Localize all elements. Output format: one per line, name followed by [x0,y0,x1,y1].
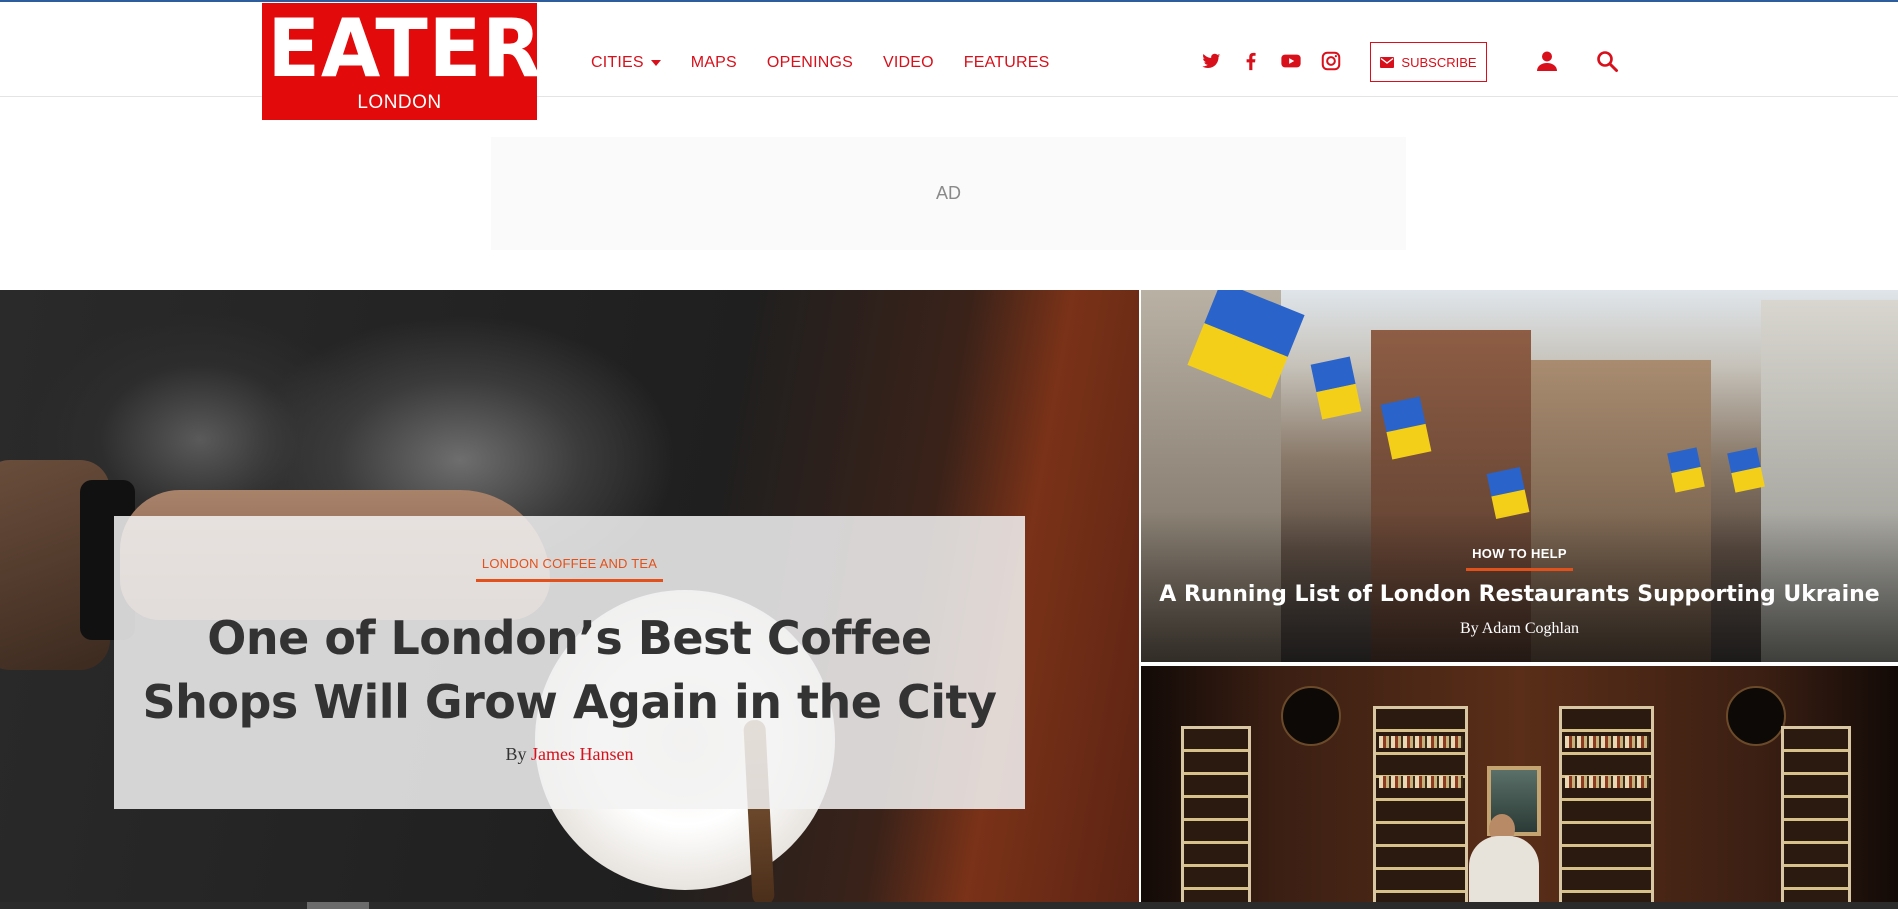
nav-item-label: MAPS [690,54,737,71]
subscribe-label: SUBSCRIBE [1401,54,1477,70]
horizontal-scrollbar[interactable] [0,902,1898,909]
bar-shelf [1181,726,1251,902]
ukraine-flag [1727,447,1765,493]
logo-city: LONDON [357,92,442,113]
social-links [1200,50,1342,72]
nav-item-maps[interactable]: MAPS [691,54,737,72]
bartender [1469,836,1539,902]
twitter-icon[interactable] [1200,50,1222,72]
nav-item-label: CITIES [591,54,644,71]
nav-item-video[interactable]: VIDEO [883,54,934,72]
nav-item-label: OPENINGS [766,54,853,71]
side-story-kicker-wrap: HOW TO HELP [1141,545,1898,571]
instagram-icon[interactable] [1320,50,1342,72]
scrollbar-thumb[interactable] [307,902,369,909]
hero-story[interactable]: LONDON COFFEE AND TEA One of London’s Be… [0,290,1139,902]
facebook-icon[interactable] [1240,50,1262,72]
hero-kicker[interactable]: LONDON COFFEE AND TEA [475,556,664,582]
nav-item-openings[interactable]: OPENINGS [767,54,853,72]
ukraine-flag [1310,356,1362,420]
bar-lamp [1281,686,1341,746]
logo-wordmark: EATER [267,2,543,95]
side-story-ukraine[interactable]: HOW TO HELP A Running List of London Res… [1141,290,1898,662]
bar-bottles [1565,776,1649,788]
bar-bottles [1379,736,1463,748]
nav-item-label: FEATURES [963,54,1050,71]
envelope-icon [1380,56,1395,68]
byline-prefix: By [505,744,527,764]
nav-item-label: VIDEO [882,54,934,71]
hero-author-link[interactable]: James Hansen [531,744,633,764]
bar-lamp [1726,686,1786,746]
user-icon[interactable] [1535,49,1559,73]
side-story-title[interactable]: A Running List of London Restaurants Sup… [1141,582,1898,607]
bar-bottles [1379,776,1463,788]
ad-slot: AD [491,137,1406,250]
main-nav: CITIES MAPS OPENINGS VIDEO FEATURES [591,54,1080,72]
nav-item-features[interactable]: FEATURES [964,54,1050,72]
youtube-icon[interactable] [1280,50,1302,72]
site-logo[interactable]: EATER LONDON [262,2,543,120]
bar-bottles [1565,736,1649,748]
side-story-byline: By Adam Coghlan [1459,620,1580,637]
ad-label: AD [935,183,961,203]
hero-title[interactable]: One of London’s Best Coffee Shops Will G… [130,606,1010,734]
subscribe-button[interactable]: SUBSCRIBE [1370,42,1487,82]
side-story-bar-image[interactable] [1141,666,1898,902]
hero-card: LONDON COFFEE AND TEA One of London’s Be… [114,516,1025,809]
nav-item-cities[interactable]: CITIES [591,54,661,72]
side-story-kicker[interactable]: HOW TO HELP [1466,546,1573,571]
bar-shelf [1781,726,1851,902]
chevron-down-icon [650,60,661,66]
search-icon[interactable] [1595,49,1619,73]
hero-byline: By James Hansen [114,744,1025,765]
